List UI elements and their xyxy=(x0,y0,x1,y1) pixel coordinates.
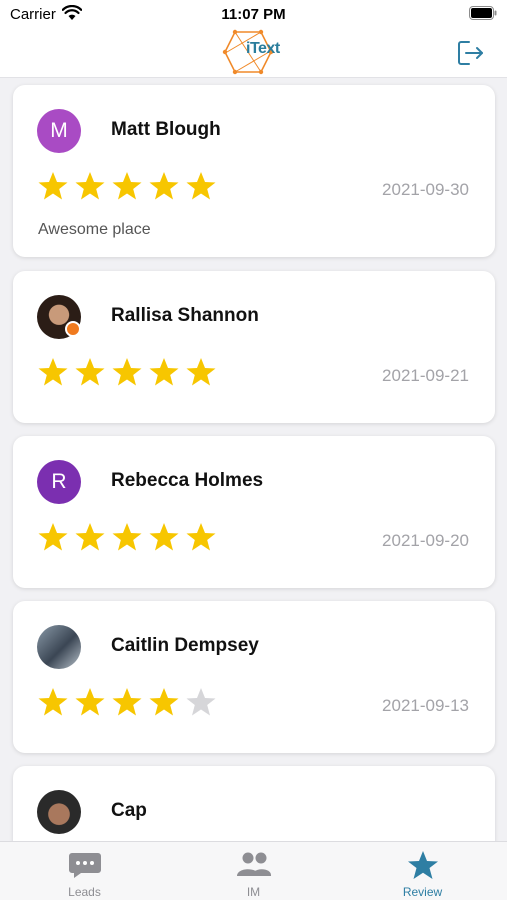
reviewer-name: Matt Blough xyxy=(111,119,221,140)
avatar-initial: M xyxy=(50,119,68,142)
star-rating xyxy=(38,522,216,552)
star-filled-icon xyxy=(38,688,68,716)
tab-label: Review xyxy=(402,885,443,899)
star-filled-icon xyxy=(149,688,179,716)
avatar xyxy=(37,625,81,669)
review-card: M Matt Blough 2021-09-30 Awesome place xyxy=(13,85,495,257)
star-filled-icon xyxy=(75,688,105,716)
review-card: Caitlin Dempsey 2021-09-13 xyxy=(13,601,495,753)
star-filled-icon xyxy=(38,172,68,200)
review-date: 2021-09-21 xyxy=(382,366,469,385)
reviewer-name: Cap xyxy=(111,800,147,821)
star-filled-icon xyxy=(38,358,68,386)
review-date: 2021-09-30 xyxy=(382,180,469,199)
tab-im[interactable]: IM xyxy=(169,842,338,900)
tab-label: Leads xyxy=(68,885,101,899)
chat-bubble-icon xyxy=(68,853,101,878)
review-date: 2021-09-20 xyxy=(382,531,469,550)
avatar: M xyxy=(37,109,81,153)
reviewer-name: Caitlin Dempsey xyxy=(111,635,259,656)
star-filled-icon xyxy=(112,523,142,551)
star-filled-icon xyxy=(38,523,68,551)
avatar xyxy=(37,790,81,834)
tab-bar: Leads IM Review xyxy=(0,841,507,900)
star-filled-icon xyxy=(75,523,105,551)
tab-leads[interactable]: Leads xyxy=(0,842,169,900)
nav-bar: iText xyxy=(0,28,507,78)
badge-icon xyxy=(65,321,81,337)
tab-review[interactable]: Review xyxy=(338,842,507,900)
star-filled-icon xyxy=(186,358,216,386)
review-card: R Rebecca Holmes 2021-09-20 xyxy=(13,436,495,588)
status-time: 11:07 PM xyxy=(221,6,286,23)
star-filled-icon xyxy=(75,358,105,386)
star-filled-icon xyxy=(149,523,179,551)
star-filled-icon xyxy=(149,358,179,386)
review-card: Cap xyxy=(13,766,495,841)
star-rating xyxy=(38,687,216,717)
reviewer-name: Rallisa Shannon xyxy=(111,305,259,326)
star-filled-icon xyxy=(186,172,216,200)
avatar-initial: R xyxy=(51,470,67,493)
logout-icon[interactable] xyxy=(457,40,485,66)
avatar: R xyxy=(37,460,81,504)
star-filled-icon xyxy=(112,172,142,200)
tab-label: IM xyxy=(246,885,261,899)
star-filled-icon xyxy=(112,358,142,386)
star-rating xyxy=(38,171,216,201)
star-filled-icon xyxy=(75,172,105,200)
star-filled-icon xyxy=(149,172,179,200)
review-text: Awesome place xyxy=(38,221,151,238)
status-bar: Carrier 11:07 PM xyxy=(0,0,507,28)
star-rating xyxy=(38,357,216,387)
star-icon xyxy=(407,851,438,879)
review-date: 2021-09-13 xyxy=(382,696,469,715)
star-filled-icon xyxy=(112,688,142,716)
people-icon xyxy=(236,852,271,876)
reviewer-name: Rebecca Holmes xyxy=(111,470,264,491)
review-list[interactable]: M Matt Blough 2021-09-30 Awesome place R… xyxy=(0,79,507,841)
logo-text: iText xyxy=(246,40,280,57)
review-card: Rallisa Shannon 2021-09-21 xyxy=(13,271,495,423)
battery-icon xyxy=(469,6,497,20)
star-filled-icon xyxy=(186,523,216,551)
star-empty-icon xyxy=(186,688,216,716)
